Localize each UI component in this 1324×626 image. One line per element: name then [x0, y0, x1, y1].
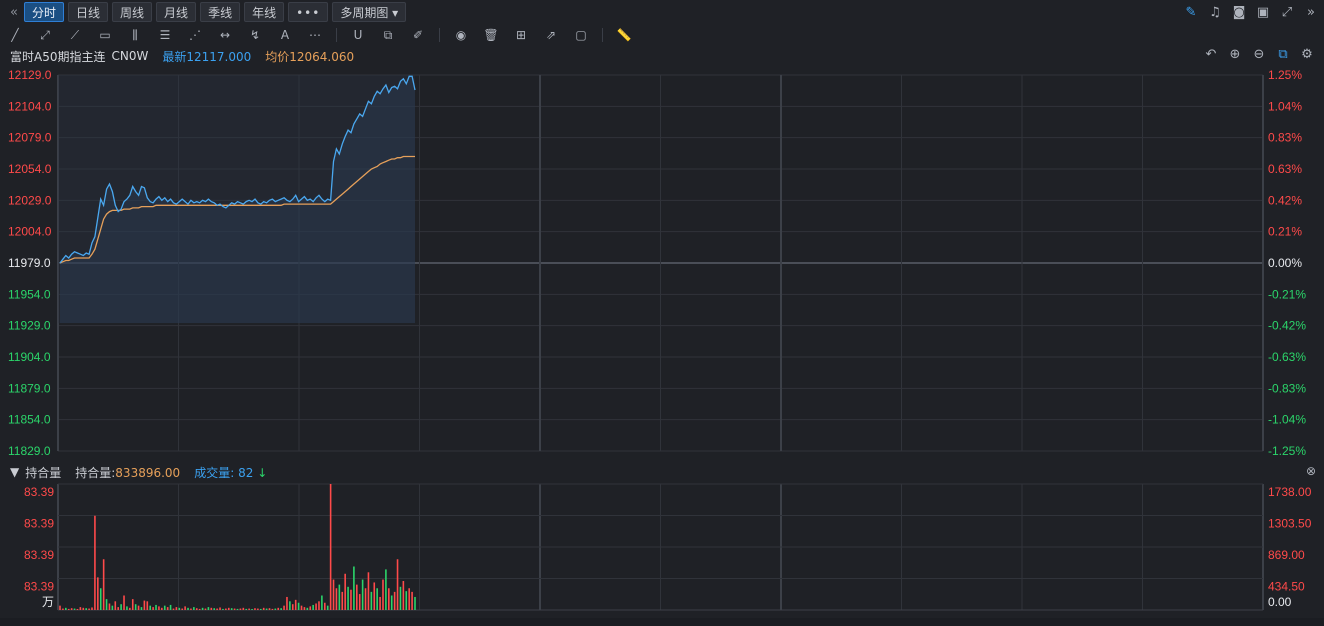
oi-label: 持合量:833896.00	[75, 465, 181, 480]
vol-label: 成交量: 82 ↓	[194, 465, 268, 480]
price-tick-right: -0.42%	[1268, 319, 1306, 333]
oi-value: 833896.00	[115, 465, 181, 480]
down-arrow-icon: ↓	[257, 465, 268, 480]
vol-tick-right: 1738.00	[1268, 485, 1312, 499]
price-tick-left: 11929.0	[8, 319, 51, 333]
price-tick-left: 11954.0	[8, 287, 51, 301]
price-tick-right: 1.04%	[1268, 99, 1302, 113]
price-tick-right: 0.21%	[1268, 225, 1302, 239]
price-tick-left: 12104.0	[8, 99, 52, 113]
bottom-strip	[0, 618, 1324, 626]
price-tick-right: 0.83%	[1268, 131, 1302, 145]
price-tick-right: -0.83%	[1268, 381, 1306, 395]
vol-tick-right: 434.50	[1268, 580, 1305, 594]
vol-tick-left: 83.39	[24, 485, 54, 499]
price-tick-left: 11829.0	[8, 444, 51, 458]
vol-tick-left: 83.39	[24, 580, 54, 594]
price-tick-left: 11904.0	[8, 350, 51, 364]
price-tick-right: -1.25%	[1268, 444, 1306, 458]
vol-tick-left: 万	[42, 595, 54, 609]
vol-tick-left: 83.39	[24, 548, 54, 562]
price-tick-left: 11854.0	[8, 413, 51, 427]
intraday-chart[interactable]: 12129.0 1.25% 12104.0 1.04% 12079.0 0.83% 1205…	[0, 0, 1324, 626]
volume-header: ▼ 持合量 持合量:833896.00 成交量: 82 ↓	[10, 464, 267, 480]
price-tick-left: 12079.0	[8, 131, 52, 145]
price-tick-right: 0.42%	[1268, 193, 1302, 207]
vol-tick-left: 83.39	[24, 517, 54, 531]
panel-toggle-icon[interactable]: ▼	[10, 465, 19, 479]
price-tick-right: 0.63%	[1268, 162, 1302, 176]
price-tick-right: 1.25%	[1268, 68, 1302, 82]
price-tick-left: 12129.0	[8, 68, 52, 82]
price-tick-left: 12029.0	[8, 193, 52, 207]
price-tick-right: -1.04%	[1268, 413, 1306, 427]
price-tick-right: -0.21%	[1268, 287, 1306, 301]
price-tick-left: 12004.0	[8, 225, 52, 239]
vol-tick-right: 0.00	[1268, 595, 1292, 609]
price-tick-right: 0.00%	[1268, 256, 1302, 270]
panel-title: 持合量	[25, 465, 62, 480]
price-tick-right: -0.63%	[1268, 350, 1306, 364]
vol-tick-right: 1303.50	[1268, 517, 1312, 531]
price-tick-left: 12054.0	[8, 162, 52, 176]
close-panel-icon[interactable]: ⊗	[1306, 464, 1316, 478]
price-tick-left: 11979.0	[8, 256, 51, 270]
vol-tick-right: 869.00	[1268, 548, 1305, 562]
price-tick-left: 11879.0	[8, 381, 51, 395]
vol-value: 82	[238, 465, 254, 480]
